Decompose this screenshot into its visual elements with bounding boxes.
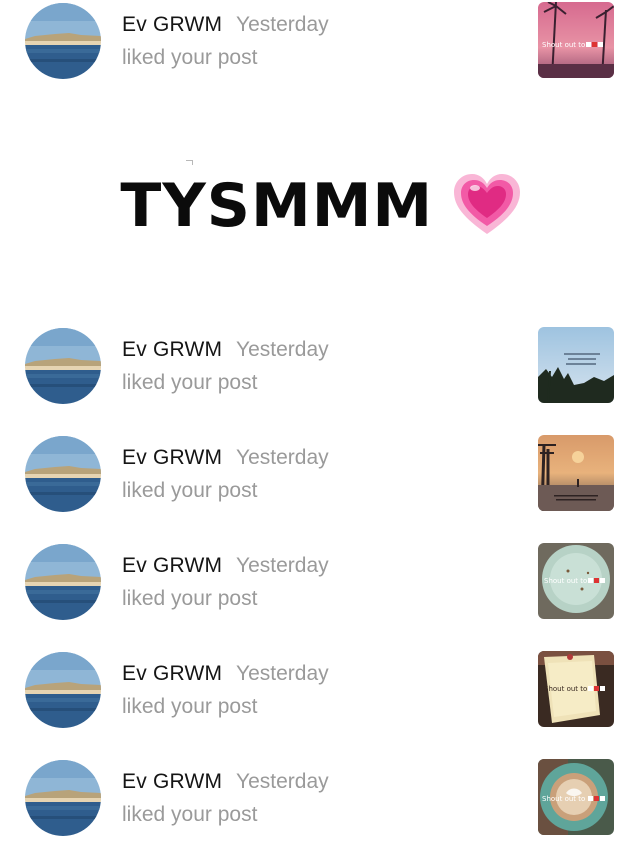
stray-mark	[186, 160, 193, 165]
timestamp: Yesterday	[236, 554, 329, 577]
avatar[interactable]	[25, 328, 101, 404]
timestamp: Yesterday	[236, 446, 329, 469]
thumbnail-caption: Shout out to	[542, 41, 585, 49]
notification-row[interactable]: Ev GRWM Yesterday liked your post	[0, 433, 640, 525]
action-text: liked your post	[122, 371, 258, 394]
notification-row[interactable]: Ev GRWM Yesterday liked your post Shout …	[0, 757, 640, 849]
timestamp: Yesterday	[236, 770, 329, 793]
notification-row[interactable]: Ev GRWM Yesterday liked your post Shout …	[0, 649, 640, 741]
username[interactable]: Ev GRWM	[122, 554, 222, 577]
action-text: liked your post	[122, 695, 258, 718]
username[interactable]: Ev GRWM	[122, 446, 222, 469]
beach-avatar-icon	[25, 544, 101, 620]
beach-avatar-icon	[25, 328, 101, 404]
post-thumbnail[interactable]: Shout out to	[538, 2, 614, 78]
beach-avatar-icon	[25, 3, 101, 79]
timestamp: Yesterday	[236, 338, 329, 361]
username[interactable]: Ev GRWM	[122, 662, 222, 685]
action-text: liked your post	[122, 46, 258, 69]
avatar[interactable]	[25, 760, 101, 836]
sunset-pier-thumbnail-icon	[538, 435, 614, 511]
timestamp: Yesterday	[236, 13, 329, 36]
action-text: liked your post	[122, 479, 258, 502]
growing-heart-icon	[453, 174, 520, 238]
post-thumbnail[interactable]	[538, 327, 614, 403]
sunset-palm-thumbnail-icon: Shout out to	[538, 2, 614, 78]
username[interactable]: Ev GRWM	[122, 770, 222, 793]
post-thumbnail[interactable]: Shout out to	[538, 543, 614, 619]
username[interactable]: Ev GRWM	[122, 338, 222, 361]
beach-avatar-icon	[25, 760, 101, 836]
notifications-screen: Ev GRWM Yesterday liked your post Shout …	[0, 0, 640, 853]
beach-avatar-icon	[25, 436, 101, 512]
coffee-thumbnail-icon: Shout out to	[538, 759, 614, 835]
username[interactable]: Ev GRWM	[122, 13, 222, 36]
thumbnail-caption: Shout out to	[542, 795, 585, 803]
post-thumbnail[interactable]	[538, 435, 614, 511]
action-text: liked your post	[122, 587, 258, 610]
avatar[interactable]	[25, 652, 101, 728]
post-thumbnail[interactable]: Shout out to	[538, 651, 614, 727]
post-thumbnail[interactable]: Shout out to	[538, 759, 614, 835]
thumbnail-caption: Shout out to	[544, 685, 587, 693]
thanks-banner: TYSMMM	[0, 168, 640, 248]
palm-sky-thumbnail-icon	[538, 327, 614, 403]
banner-text: TYSMMM	[120, 171, 434, 241]
beach-avatar-icon	[25, 652, 101, 728]
notification-row[interactable]: Ev GRWM Yesterday liked your post	[0, 0, 640, 92]
plate-thumbnail-icon: Shout out to	[538, 543, 614, 619]
avatar[interactable]	[25, 544, 101, 620]
avatar[interactable]	[25, 3, 101, 79]
dessert-thumbnail-icon: Shout out to	[538, 651, 614, 727]
notification-row[interactable]: Ev GRWM Yesterday liked your post Shout …	[0, 541, 640, 633]
thumbnail-caption: Shout out to	[544, 577, 587, 585]
avatar[interactable]	[25, 436, 101, 512]
action-text: liked your post	[122, 803, 258, 826]
notification-row[interactable]: Ev GRWM Yesterday liked your post	[0, 325, 640, 417]
timestamp: Yesterday	[236, 662, 329, 685]
